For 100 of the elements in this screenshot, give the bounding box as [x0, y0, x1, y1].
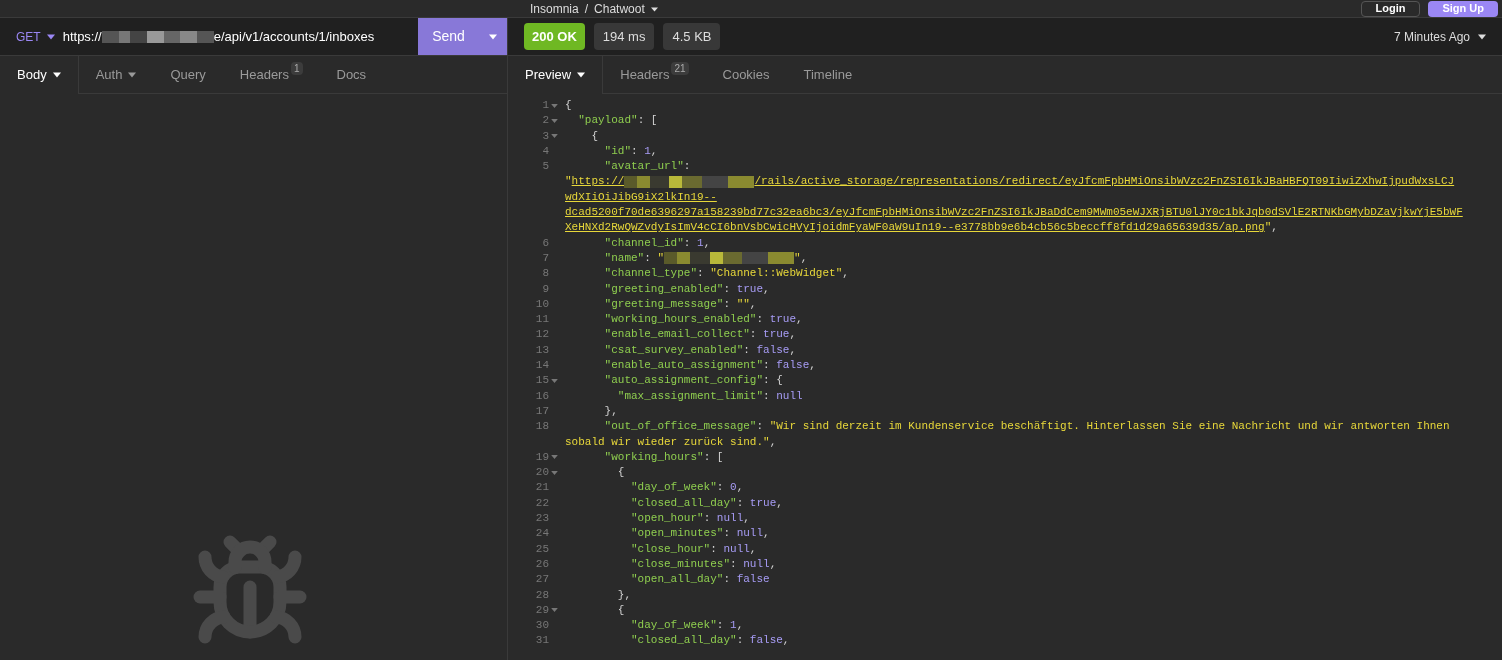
app-title: Insomnia	[530, 1, 579, 18]
line-number: 17	[535, 403, 549, 419]
json-punctuation: ,	[1271, 221, 1278, 234]
login-button[interactable]: Login	[1360, 0, 1421, 17]
link[interactable]: XeHNXd2RwQWZvdyIsImV4cCI6bnVsbCwicHVyIjoidmFyaWF0aW9uIn19--e3778bb9e6b4cb56c5beccff8fd1d29a65639d35/ap.png	[565, 221, 1265, 234]
fold-caret-icon[interactable]	[551, 103, 558, 108]
json-key: "max_assignment_limit"	[565, 389, 764, 402]
url-field[interactable]: https:// e/api/v1/accounts/1/inboxes	[62, 18, 418, 55]
tab[interactable]: Auth	[78, 56, 154, 93]
link[interactable]: /rails/active_storage/representations/redirect/eyJfcmFpbHMiOnsibWVzc2FnZSI6IkJBaHBFQT09IiwiZXhwIjpudWxsLCJ	[754, 175, 1455, 188]
line-number: 11	[535, 312, 549, 328]
json-punctuation: :	[730, 557, 738, 570]
json-punctuation: {	[565, 99, 572, 111]
line-number: 24	[535, 526, 549, 542]
fold-caret-icon[interactable]	[551, 455, 558, 460]
fold-caret-icon[interactable]	[551, 379, 558, 383]
json-value: true	[749, 496, 777, 509]
json-punctuation: ,	[769, 557, 777, 570]
line-number: 9	[542, 281, 549, 297]
caret-down-icon	[46, 32, 55, 41]
json-punctuation: :	[631, 144, 639, 157]
line-number: 2	[542, 113, 549, 129]
tab[interactable]: Headers 1	[222, 56, 320, 93]
fold-caret-icon[interactable]	[551, 470, 558, 475]
json-value: false	[756, 343, 790, 356]
send-button[interactable]: Send	[418, 18, 479, 55]
link[interactable]: https://	[571, 175, 625, 188]
link[interactable]: dcad5200f70de6396297a158239bd77c32ea6bc3/eyJfcmFpbHMiOnsibWVzc2FnZSI6IkJBaDdCem9MWm05eWJXRjBTU0lJY0c1bkJqb0dSVlE2RTNKbGMybDZaVjkwYjE5bWF	[565, 206, 1463, 219]
status-badge: 200 OK	[524, 22, 585, 51]
json-key: "greeting_enabled"	[565, 282, 724, 295]
line-number: 23	[535, 511, 549, 526]
json-key: "auto_assignment_config"	[565, 374, 764, 387]
json-key: "close_minutes"	[565, 557, 731, 570]
json-punctuation: :	[736, 634, 745, 647]
tab[interactable]: Timeline	[786, 56, 870, 93]
json-value: 1	[697, 236, 704, 249]
line-number: 16	[535, 388, 549, 404]
json-value: null	[723, 542, 750, 555]
json-value: null	[716, 512, 744, 524]
json-punctuation: : [	[637, 114, 658, 127]
line-number: 22	[535, 495, 549, 511]
link[interactable]: wdXIiOiJibG9iX2lkIn19--	[565, 190, 717, 203]
json-punctuation: ,	[736, 619, 744, 632]
workspace-name[interactable]: Chatwoot	[594, 0, 645, 18]
tab[interactable]: Headers 21	[603, 56, 706, 93]
method-dropdown[interactable]: GET	[0, 18, 63, 55]
line-number: 28	[535, 587, 549, 603]
json-punctuation: ,	[749, 297, 757, 310]
tab[interactable]: Docs	[319, 56, 384, 93]
time-badge: 194 ms	[593, 22, 655, 51]
json-key: "working_hours"	[565, 450, 704, 463]
json-punctuation: ,	[743, 512, 750, 524]
json-punctuation: },	[603, 404, 618, 417]
json-key: "greeting_message"	[565, 297, 724, 310]
tab-badge: 21	[671, 62, 689, 75]
json-string: "	[794, 251, 801, 264]
json-punctuation: ,	[703, 236, 711, 249]
json-string: "Wir sind derzeit im Kundenservice beschäftigt. Hinterlassen Sie eine Nachricht und wir antworten Ihnen	[769, 420, 1450, 433]
json-punctuation: ,	[763, 282, 770, 295]
caret-down-icon	[650, 6, 658, 12]
json-punctuation: {	[616, 603, 625, 616]
size-badge: 4.5 KB	[663, 22, 721, 51]
fold-caret-icon[interactable]	[551, 134, 558, 139]
json-punctuation: :	[756, 313, 765, 326]
json-punctuation: :	[723, 573, 732, 586]
json-punctuation: : [	[703, 450, 724, 463]
json-key: "working_hours_enabled"	[565, 313, 757, 326]
json-punctuation: ,	[763, 527, 770, 540]
json-value: false	[749, 634, 783, 647]
line-number: 8	[542, 266, 549, 282]
json-punctuation: :	[723, 297, 732, 310]
json-string: sobald wir wieder zurück sind."	[565, 435, 770, 448]
json-punctuation: :	[683, 236, 692, 249]
json-string: "	[1264, 221, 1272, 234]
json-key: "closed_all_day"	[565, 634, 737, 647]
fold-caret-icon[interactable]	[551, 118, 558, 123]
json-key: "avatar_url"	[565, 160, 684, 173]
json-key: "close_hour"	[565, 542, 711, 555]
tab[interactable]: Preview	[508, 56, 604, 94]
json-punctuation: :	[716, 481, 725, 494]
json-punctuation: ,	[736, 481, 744, 494]
json-value: 1	[644, 144, 651, 157]
breadcrumb-separator: /	[584, 1, 589, 18]
tab[interactable]: Query	[153, 56, 223, 93]
json-punctuation: :	[763, 359, 771, 372]
json-punctuation: :	[756, 420, 765, 433]
tab-badge: 1	[290, 62, 303, 75]
history-dropdown[interactable]: 7 Minutes Ago	[1393, 27, 1486, 46]
tab[interactable]: Cookies	[705, 56, 787, 93]
fold-caret-icon[interactable]	[551, 608, 558, 613]
json-key: "enable_auto_assignment"	[565, 359, 764, 372]
line-number: 12	[535, 327, 549, 343]
line-number: 1	[542, 98, 549, 113]
json-key: "payload"	[565, 114, 638, 127]
send-options-button[interactable]	[479, 18, 507, 55]
json-punctuation: },	[616, 588, 631, 601]
json-value: true	[769, 313, 797, 326]
json-key: "day_of_week"	[565, 619, 717, 632]
tab[interactable]: Body	[0, 56, 79, 94]
json-punctuation: :	[723, 527, 732, 540]
